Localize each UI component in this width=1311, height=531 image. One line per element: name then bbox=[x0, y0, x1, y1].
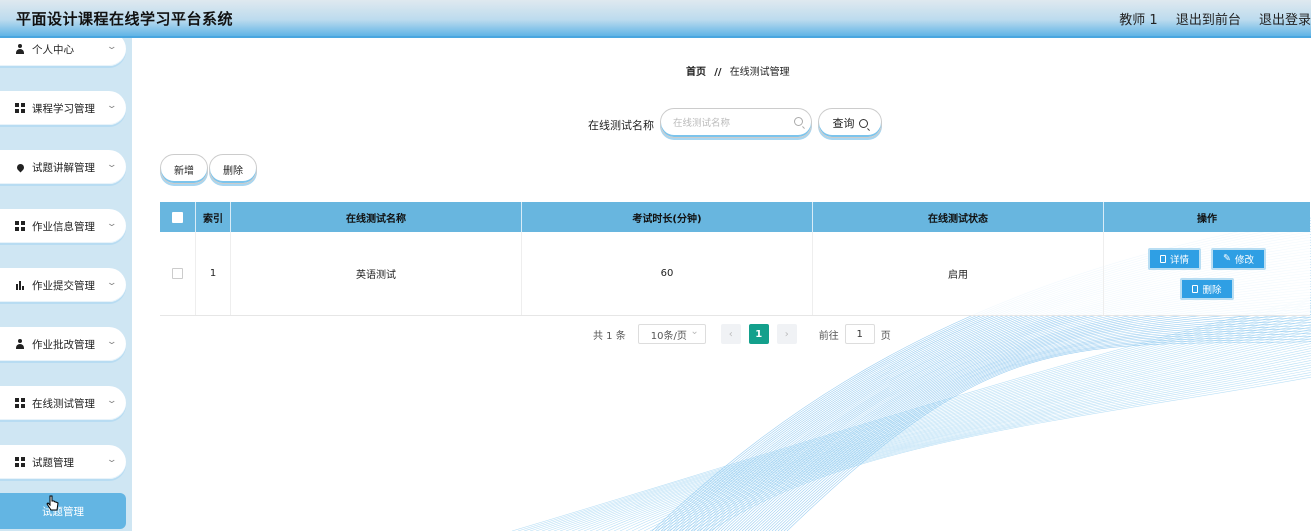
breadcrumb-current: 在线测试管理 bbox=[729, 67, 790, 78]
page-suffix: 页 bbox=[880, 330, 891, 342]
query-button[interactable]: 查询 bbox=[818, 108, 882, 138]
search-icon bbox=[858, 118, 868, 128]
goto-label: 前往 bbox=[818, 330, 839, 342]
hand-cursor-icon bbox=[46, 495, 59, 511]
row-index: 1 bbox=[196, 232, 231, 315]
sidebar-item-label: 课程学习管理 bbox=[32, 102, 95, 115]
chevron-down-icon: ⌄ bbox=[106, 101, 118, 111]
sidebar-item-question-explanation[interactable]: 试题讲解管理 ⌄ bbox=[0, 150, 126, 184]
pin-icon bbox=[14, 162, 26, 172]
sidebar-item-label: 个人中心 bbox=[32, 43, 74, 56]
sidebar: 个人中心 ⌄ 课程学习管理 ⌄ 试题讲解管理 ⌄ 作业信息管理 ⌄ 作业提交管理… bbox=[0, 38, 132, 531]
page-size-select[interactable]: 10条/页 bbox=[637, 324, 706, 344]
chevron-down-icon: ⌄ bbox=[106, 42, 118, 52]
search-input[interactable] bbox=[671, 115, 785, 131]
trash-icon bbox=[1192, 284, 1199, 293]
search-icon bbox=[794, 117, 803, 126]
pagination-total: 共 1 条 bbox=[593, 330, 626, 342]
sidebar-item-label: 试题讲解管理 bbox=[32, 161, 95, 174]
edit-button[interactable]: ✎ 修改 bbox=[1211, 247, 1266, 270]
user-icon bbox=[14, 44, 26, 54]
row-status: 启用 bbox=[813, 232, 1104, 315]
sidebar-item-course-study[interactable]: 课程学习管理 ⌄ bbox=[0, 91, 126, 125]
grid-icon bbox=[14, 103, 26, 113]
sidebar-item-homework-info[interactable]: 作业信息管理 ⌄ bbox=[0, 209, 126, 243]
select-all-cell bbox=[160, 202, 196, 232]
breadcrumb-home[interactable]: 首页 bbox=[686, 67, 706, 78]
breadcrumb: 首页 // 在线测试管理 bbox=[686, 63, 790, 78]
add-button[interactable]: 新增 bbox=[160, 154, 208, 184]
page-size-value: 10条/页 bbox=[650, 330, 687, 342]
delete-button-label: 删除 bbox=[1202, 284, 1222, 296]
chevron-down-icon: ⌄ bbox=[106, 337, 118, 347]
sidebar-item-question-management[interactable]: 试题管理 ⌄ bbox=[0, 445, 126, 479]
delete-button[interactable]: 删除 bbox=[1180, 277, 1234, 300]
chevron-down-icon: ⌄ bbox=[106, 396, 118, 406]
column-header: 考试时长(分钟) bbox=[522, 202, 813, 232]
select-all-checkbox[interactable] bbox=[172, 211, 183, 223]
detail-button[interactable]: 详情 bbox=[1148, 247, 1202, 270]
current-user: 教师 1 bbox=[1119, 13, 1158, 28]
data-table: 索引 在线测试名称 考试时长(分钟) 在线测试状态 操作 1 英语测试 60 启… bbox=[160, 202, 1310, 316]
sidebar-item-label: 试题管理 bbox=[32, 456, 74, 469]
main-content: 首页 // 在线测试管理 在线测试名称 查询 新增 删除 索引 在线测试名称 考… bbox=[132, 38, 1311, 531]
chevron-down-icon: ⌄ bbox=[106, 160, 118, 170]
grid-icon bbox=[14, 398, 26, 408]
sidebar-item-label: 在线测试管理 bbox=[32, 397, 95, 410]
sidebar-item-homework-grading[interactable]: 作业批改管理 ⌄ bbox=[0, 327, 126, 361]
breadcrumb-separator: // bbox=[714, 67, 722, 78]
current-page-button[interactable]: 1 bbox=[748, 324, 769, 344]
column-header: 在线测试状态 bbox=[813, 202, 1104, 232]
sidebar-item-personal-center[interactable]: 个人中心 ⌄ bbox=[0, 38, 126, 66]
sidebar-item-label: 作业信息管理 bbox=[32, 220, 95, 233]
row-select-cell bbox=[160, 232, 196, 315]
sidebar-item-homework-submission[interactable]: 作业提交管理 ⌄ bbox=[0, 268, 126, 302]
next-page-button[interactable]: › bbox=[776, 324, 797, 344]
row-test-name: 英语测试 bbox=[231, 232, 522, 315]
column-header: 在线测试名称 bbox=[231, 202, 522, 232]
column-header: 操作 bbox=[1197, 213, 1217, 225]
pencil-icon: ✎ bbox=[1223, 253, 1231, 264]
grid-icon bbox=[14, 457, 26, 467]
logout-link[interactable]: 退出登录 bbox=[1259, 13, 1311, 28]
chevron-down-icon: ⌄ bbox=[106, 455, 118, 465]
sidebar-item-online-test[interactable]: 在线测试管理 ⌄ bbox=[0, 386, 126, 420]
batch-delete-button[interactable]: 删除 bbox=[209, 154, 257, 184]
top-bar: 平面设计课程在线学习平台系统 教师 1 退出到前台 退出登录 bbox=[0, 0, 1311, 38]
chevron-down-icon: ⌄ bbox=[106, 278, 118, 288]
sidebar-subitem-active[interactable]: 试题管理 bbox=[0, 493, 126, 529]
table-row: 1 英语测试 60 启用 详情 ✎ 修改 删除 bbox=[160, 232, 1310, 316]
grid-icon bbox=[14, 221, 26, 231]
user-icon bbox=[14, 339, 26, 349]
bar-chart-icon bbox=[14, 280, 26, 290]
top-right-menu: 教师 1 退出到前台 退出登录 bbox=[1105, 9, 1311, 28]
sidebar-item-label: 作业提交管理 bbox=[32, 279, 95, 292]
row-actions: 详情 ✎ 修改 删除 bbox=[1104, 232, 1310, 315]
table-header: 索引 在线测试名称 考试时长(分钟) 在线测试状态 操作 bbox=[160, 202, 1310, 232]
exit-to-front-link[interactable]: 退出到前台 bbox=[1176, 13, 1241, 28]
goto-page-input[interactable] bbox=[844, 324, 875, 344]
search-field[interactable] bbox=[660, 108, 812, 138]
search-label: 在线测试名称 bbox=[588, 119, 654, 132]
row-checkbox[interactable] bbox=[172, 268, 183, 279]
column-header: 索引 bbox=[196, 202, 231, 232]
detail-button-label: 详情 bbox=[1170, 254, 1190, 266]
prev-page-button[interactable]: ‹ bbox=[720, 324, 741, 344]
chevron-down-icon: ⌄ bbox=[106, 219, 118, 229]
pagination: 共 1 条 10条/页 ‹ 1 › 前往 页 bbox=[593, 324, 891, 344]
app-title: 平面设计课程在线学习平台系统 bbox=[16, 10, 234, 28]
sidebar-item-label: 作业批改管理 bbox=[32, 338, 95, 351]
edit-button-label: 修改 bbox=[1234, 254, 1254, 266]
document-icon bbox=[1160, 254, 1166, 263]
row-duration: 60 bbox=[522, 232, 813, 315]
query-button-label: 查询 bbox=[832, 117, 855, 130]
